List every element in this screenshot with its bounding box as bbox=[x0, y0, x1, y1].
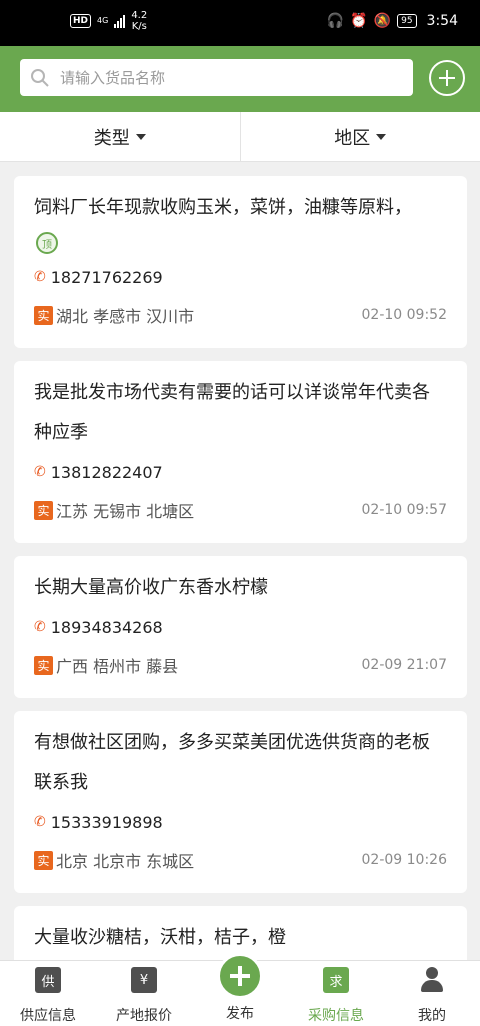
filter-region-dropdown[interactable]: 地区 bbox=[239, 112, 480, 161]
tab-origin-price[interactable]: ¥ 产地报价 bbox=[96, 961, 192, 1026]
purchase-icon: 求 bbox=[323, 967, 349, 993]
search-placeholder: 请输入货品名称 bbox=[60, 69, 166, 87]
phone-icon: ✆ bbox=[34, 619, 46, 635]
caret-down-icon bbox=[135, 133, 146, 140]
listing-phone: 15333919898 bbox=[50, 812, 163, 832]
search-icon bbox=[20, 59, 60, 96]
listing-phone: 18271762269 bbox=[50, 267, 163, 287]
top-bar: 请输入货品名称 bbox=[0, 46, 480, 112]
battery-icon: 95 bbox=[397, 14, 417, 28]
add-icon[interactable] bbox=[429, 60, 465, 96]
status-left: HD 4G 4.2 K/s bbox=[70, 10, 147, 32]
plus-icon bbox=[217, 953, 263, 999]
caret-down-icon bbox=[376, 133, 387, 140]
top-badge-icon: 顶 bbox=[36, 232, 58, 254]
headphones-icon: 🎧 bbox=[326, 13, 345, 29]
status-bar: HD 4G 4.2 K/s 🎧 ⏰ 🔕 95 3:54 bbox=[0, 0, 480, 46]
tab-supply[interactable]: 供 供应信息 bbox=[0, 961, 96, 1026]
phone-row[interactable]: ✆ 18934834268 bbox=[34, 608, 447, 646]
tab-mine[interactable]: 我的 bbox=[384, 961, 480, 1026]
phone-row[interactable]: ✆ 13812822407 bbox=[34, 453, 447, 491]
price-icon: ¥ bbox=[131, 967, 157, 993]
listing-time: 02-10 09:52 bbox=[361, 307, 447, 323]
listing-phone: 13812822407 bbox=[50, 462, 163, 482]
list-item[interactable]: 有想做社区团购，多多买菜美团优选供货商的老板联系我 ✆ 15333919898 … bbox=[14, 711, 467, 893]
list-item[interactable]: 饲料厂长年现款收购玉米，菜饼，油糠等原料， 顶 ✆ 18271762269 实 … bbox=[14, 176, 467, 348]
mute-icon: 🔕 bbox=[373, 13, 392, 29]
listing-title: 长期大量高价收广东香水柠檬 bbox=[34, 577, 268, 598]
status-right: 🎧 ⏰ 🔕 95 3:54 bbox=[327, 13, 458, 29]
list-item[interactable]: 大量收沙糖桔，沃柑，桔子，橙 bbox=[14, 906, 467, 960]
search-input[interactable]: 请输入货品名称 bbox=[20, 59, 413, 96]
bottom-tab-bar: 供 供应信息 ¥ 产地报价 发布 求 采购信息 我的 bbox=[0, 953, 480, 1026]
verified-tag: 实 bbox=[34, 850, 53, 870]
tab-publish[interactable]: 发布 bbox=[192, 953, 288, 1026]
listing-title: 我是批发市场代卖有需要的话可以详谈常年代卖各种应季 bbox=[34, 382, 430, 443]
network-speed: 4.2 K/s bbox=[131, 10, 147, 32]
filter-bar: 类型 地区 bbox=[0, 112, 480, 162]
tab-purchase[interactable]: 求 采购信息 bbox=[288, 961, 384, 1026]
tab-label: 产地报价 bbox=[116, 1008, 172, 1024]
signal-icon bbox=[114, 14, 126, 28]
filter-type-dropdown[interactable]: 类型 bbox=[0, 112, 240, 161]
listing-location: 湖北 孝感市 汉川市 bbox=[56, 307, 195, 326]
location-row: 实 广西 梧州市 藤县 02-09 21:07 bbox=[34, 646, 447, 684]
verified-tag: 实 bbox=[34, 305, 53, 325]
listing-title: 大量收沙糖桔，沃柑，桔子，橙 bbox=[34, 927, 286, 948]
listing-title: 饲料厂长年现款收购玉米，菜饼，油糠等原料， bbox=[34, 197, 412, 218]
network-speed-value: 4.2 bbox=[131, 10, 148, 21]
status-time: 3:54 bbox=[426, 13, 458, 29]
listing-location: 北京 北京市 东城区 bbox=[56, 852, 195, 871]
network-speed-unit: K/s bbox=[131, 21, 147, 32]
verified-tag: 实 bbox=[34, 655, 53, 675]
listing-location: 广西 梧州市 藤县 bbox=[56, 657, 179, 676]
phone-row[interactable]: ✆ 18271762269 bbox=[34, 258, 447, 296]
listing-phone: 18934834268 bbox=[50, 617, 163, 637]
listing-time: 02-09 21:07 bbox=[361, 657, 447, 673]
list-item[interactable]: 长期大量高价收广东香水柠檬 ✆ 18934834268 实 广西 梧州市 藤县 … bbox=[14, 556, 467, 698]
listing-location: 江苏 无锡市 北塘区 bbox=[56, 502, 195, 521]
filter-region-label: 地区 bbox=[334, 127, 371, 149]
listing-title: 有想做社区团购，多多买菜美团优选供货商的老板联系我 bbox=[34, 732, 430, 793]
location-row: 实 湖北 孝感市 汉川市 02-10 09:52 bbox=[34, 296, 447, 334]
filter-type-label: 类型 bbox=[93, 127, 130, 149]
location-row: 实 江苏 无锡市 北塘区 02-10 09:57 bbox=[34, 491, 447, 529]
hd-indicator: HD bbox=[70, 14, 92, 28]
alarm-icon: ⏰ bbox=[350, 13, 368, 29]
user-icon bbox=[421, 967, 443, 993]
tab-label: 我的 bbox=[418, 1008, 446, 1024]
phone-icon: ✆ bbox=[34, 814, 46, 830]
tab-label: 供应信息 bbox=[20, 1008, 76, 1024]
listing-time: 02-09 10:26 bbox=[361, 852, 447, 868]
phone-icon: ✆ bbox=[34, 464, 46, 480]
phone-row[interactable]: ✆ 15333919898 bbox=[34, 803, 447, 841]
purchase-list: 饲料厂长年现款收购玉米，菜饼，油糠等原料， 顶 ✆ 18271762269 实 … bbox=[14, 176, 467, 960]
phone-icon: ✆ bbox=[34, 269, 46, 285]
verified-tag: 实 bbox=[34, 500, 53, 520]
supply-icon: 供 bbox=[35, 967, 61, 993]
tab-label: 发布 bbox=[226, 1006, 254, 1022]
listing-time: 02-10 09:57 bbox=[361, 502, 447, 518]
location-row: 实 北京 北京市 东城区 02-09 10:26 bbox=[34, 841, 447, 879]
tab-label: 采购信息 bbox=[308, 1008, 364, 1024]
list-item[interactable]: 我是批发市场代卖有需要的话可以详谈常年代卖各种应季 ✆ 13812822407 … bbox=[14, 361, 467, 543]
network-type: 4G bbox=[97, 16, 109, 25]
